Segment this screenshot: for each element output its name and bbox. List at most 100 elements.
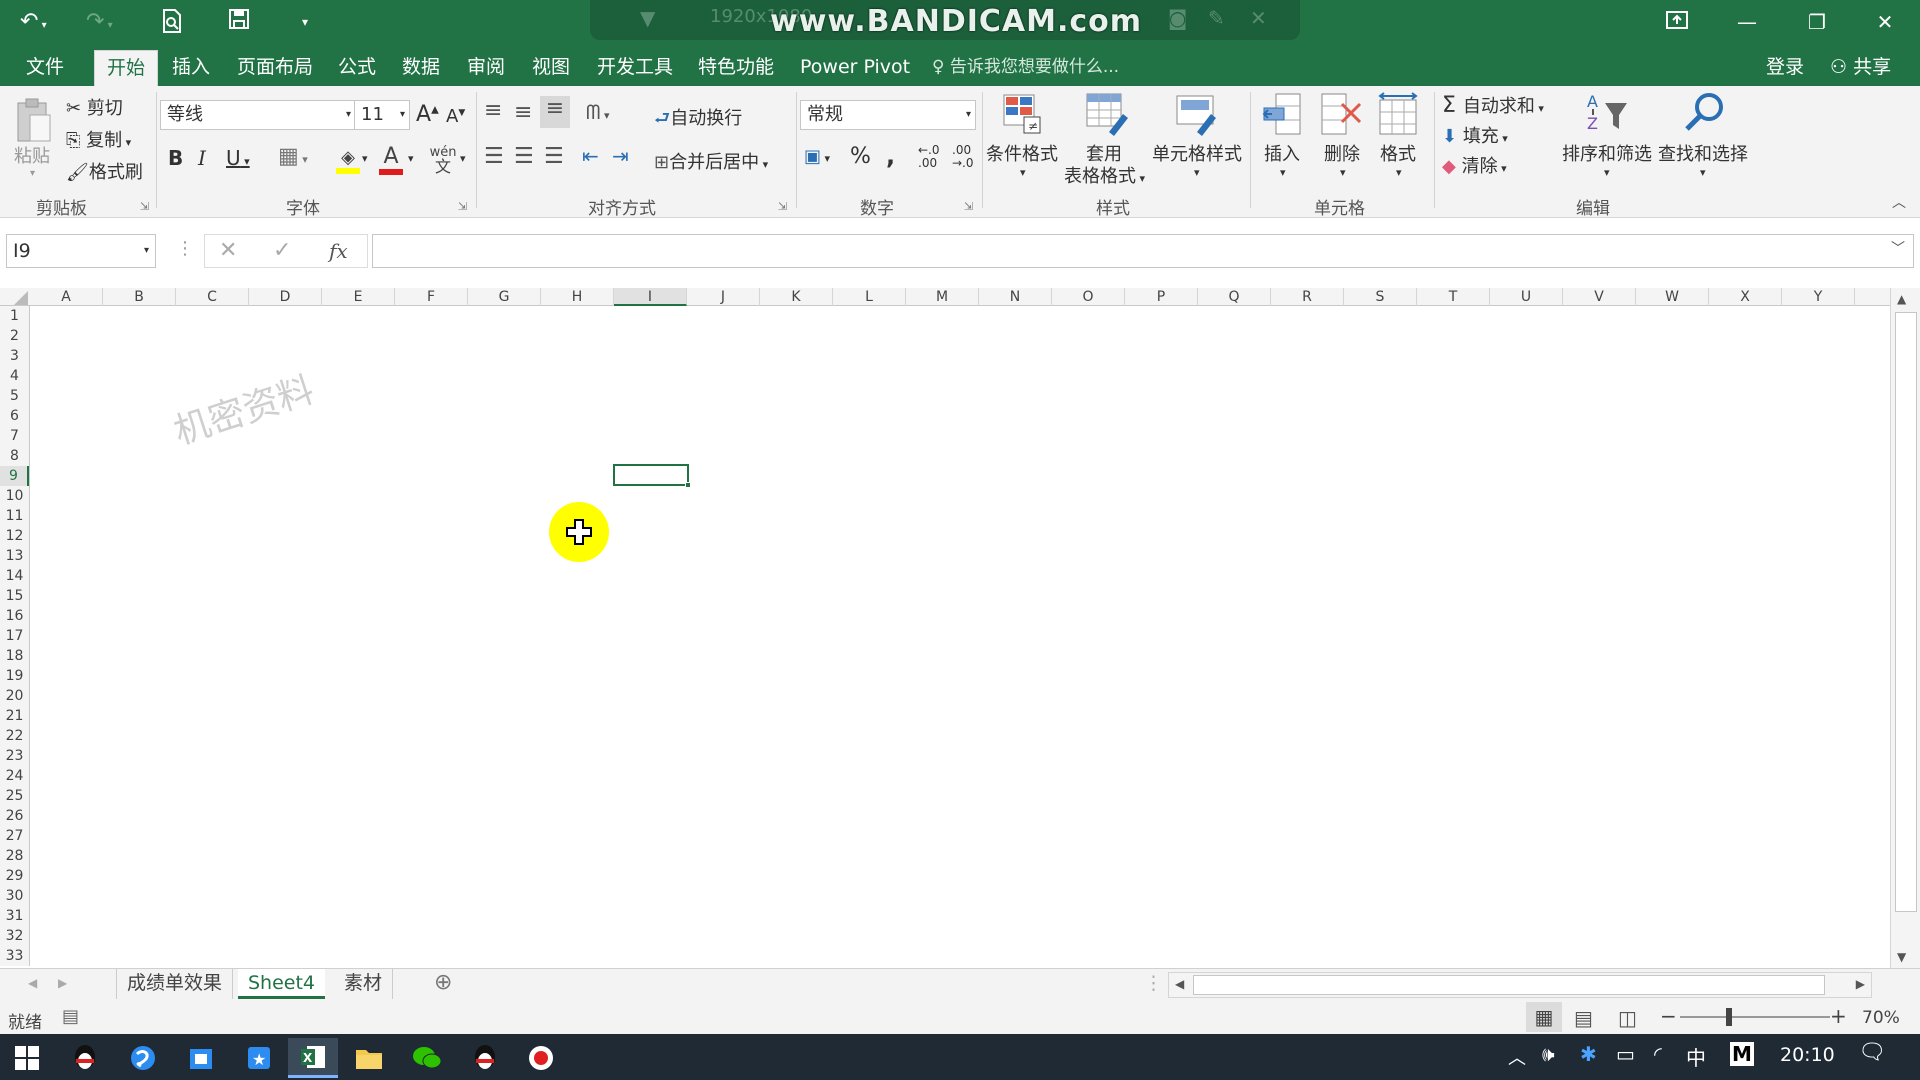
column-header-v[interactable]: V <box>1563 288 1636 306</box>
scroll-left-icon[interactable]: ◀ <box>1175 977 1184 991</box>
row-header-21[interactable]: 21 <box>0 706 29 726</box>
tab-formulas[interactable]: 公式 <box>326 50 388 86</box>
zoom-slider-thumb[interactable] <box>1726 1008 1732 1026</box>
formula-input[interactable]: ﹀ <box>372 234 1914 268</box>
cancel-formula-icon[interactable]: ✕ <box>219 237 237 265</box>
column-header-j[interactable]: J <box>687 288 760 306</box>
row-header-8[interactable]: 8 <box>0 446 29 466</box>
page-layout-view-icon[interactable]: ▤ <box>1574 1006 1593 1030</box>
qq-penguin-icon[interactable] <box>460 1038 510 1078</box>
format-cells-label[interactable]: 格式 <box>1380 140 1416 166</box>
column-header-h[interactable]: H <box>541 288 614 306</box>
row-header-31[interactable]: 31 <box>0 906 29 926</box>
delete-cells-icon[interactable] <box>1320 92 1364 136</box>
row-header-2[interactable]: 2 <box>0 326 29 346</box>
row-header-20[interactable]: 20 <box>0 686 29 706</box>
tab-file[interactable]: 文件 <box>14 50 76 86</box>
row-header-18[interactable]: 18 <box>0 646 29 666</box>
italic-button[interactable]: I <box>198 146 206 170</box>
minimize-icon[interactable]: — <box>1712 0 1782 44</box>
scroll-up-icon[interactable]: ▲ <box>1897 292 1906 306</box>
column-header-n[interactable]: N <box>979 288 1052 306</box>
conditional-format-dropdown-icon[interactable]: ▾ <box>1020 166 1026 179</box>
align-middle-icon[interactable]: ≡ <box>514 100 532 125</box>
insert-cells-label[interactable]: 插入 <box>1264 140 1300 166</box>
format-as-table-icon[interactable] <box>1084 92 1130 136</box>
delete-dropdown-icon[interactable]: ▾ <box>1340 166 1346 179</box>
store-icon[interactable] <box>176 1038 226 1078</box>
number-format-combo[interactable]: 常规 ▾ <box>800 100 976 130</box>
cell-styles-dropdown-icon[interactable]: ▾ <box>1194 166 1200 179</box>
column-header-a[interactable]: A <box>30 288 103 306</box>
tab-insert[interactable]: 插入 <box>160 50 222 86</box>
insert-dropdown-icon[interactable]: ▾ <box>1280 166 1286 179</box>
ribbon-display-icon[interactable] <box>1642 0 1712 44</box>
row-header-17[interactable]: 17 <box>0 626 29 646</box>
m-tray-icon[interactable]: M <box>1730 1042 1754 1066</box>
insert-cells-icon[interactable] <box>1260 92 1304 136</box>
cell-styles-icon[interactable] <box>1174 92 1220 136</box>
zoom-level[interactable]: 70% <box>1862 1008 1900 1028</box>
sheet-tab-sheet4[interactable]: Sheet4 <box>238 969 326 999</box>
paste-icon[interactable] <box>12 96 56 148</box>
sort-filter-label[interactable]: 排序和筛选 <box>1562 140 1652 166</box>
row-header-3[interactable]: 3 <box>0 346 29 366</box>
scroll-sheets-right-icon[interactable]: ▶ <box>48 969 77 999</box>
row-header-33[interactable]: 33 <box>0 946 29 966</box>
alignment-launcher-icon[interactable]: ⇲ <box>778 200 787 213</box>
row-header-10[interactable]: 10 <box>0 486 29 506</box>
restore-icon[interactable]: ❐ <box>1782 0 1852 44</box>
phonetic-dropdown-icon[interactable]: ▾ <box>460 152 466 165</box>
clipboard-launcher-icon[interactable]: ⇲ <box>140 200 149 213</box>
print-preview-icon[interactable] <box>160 8 184 36</box>
ime-indicator[interactable]: 中 <box>1686 1042 1706 1071</box>
find-select-label[interactable]: 查找和选择 <box>1658 140 1748 166</box>
paste-dropdown-icon[interactable]: ▾ <box>30 168 35 179</box>
column-header-o[interactable]: O <box>1052 288 1125 306</box>
increase-indent-icon[interactable]: ⇥ <box>612 144 629 168</box>
paste-label[interactable]: 粘贴 <box>14 142 50 168</box>
conditional-format-label[interactable]: 条件格式 <box>986 140 1058 166</box>
font-color-button[interactable]: A <box>376 142 406 178</box>
notification-icon[interactable]: 🗨 <box>1858 1040 1886 1065</box>
bandicam-record-icon[interactable] <box>516 1038 566 1078</box>
find-dropdown-icon[interactable]: ▾ <box>1700 166 1706 179</box>
horizontal-scroll-thumb[interactable] <box>1193 975 1825 995</box>
row-header-15[interactable]: 15 <box>0 586 29 606</box>
tray-expand-icon[interactable]: ︿ <box>1508 1044 1526 1070</box>
row-header-14[interactable]: 14 <box>0 566 29 586</box>
column-header-b[interactable]: B <box>103 288 176 306</box>
zoom-out-icon[interactable]: − <box>1660 1004 1677 1028</box>
row-header-29[interactable]: 29 <box>0 866 29 886</box>
copy-button[interactable]: ⎘ 复制 ▾ <box>66 126 131 152</box>
zoom-in-icon[interactable]: + <box>1830 1004 1847 1028</box>
decrease-indent-icon[interactable]: ⇤ <box>582 144 599 168</box>
tab-power-pivot[interactable]: Power Pivot <box>788 50 922 86</box>
row-header-11[interactable]: 11 <box>0 506 29 526</box>
column-header-k[interactable]: K <box>760 288 833 306</box>
column-header-u[interactable]: U <box>1490 288 1563 306</box>
increase-decimal-button[interactable]: ←.0.00 <box>918 144 940 170</box>
column-header-r[interactable]: R <box>1271 288 1344 306</box>
row-header-6[interactable]: 6 <box>0 406 29 426</box>
name-box[interactable]: I9 ▾ <box>6 234 156 268</box>
orientation-icon[interactable]: ᗰ ▾ <box>586 100 609 124</box>
page-break-view-icon[interactable]: ◫ <box>1618 1006 1637 1030</box>
number-launcher-icon[interactable]: ⇲ <box>964 200 973 213</box>
row-header-30[interactable]: 30 <box>0 886 29 906</box>
font-size-combo[interactable]: 11 ▾ <box>354 100 410 130</box>
row-header-24[interactable]: 24 <box>0 766 29 786</box>
sheet-tab-material[interactable]: 素材 <box>334 969 394 999</box>
vertical-scrollbar[interactable]: ▲ ▼ <box>1890 288 1920 968</box>
column-header-w[interactable]: W <box>1636 288 1709 306</box>
row-header-5[interactable]: 5 <box>0 386 29 406</box>
wifi-icon[interactable]: ◜ <box>1654 1042 1662 1066</box>
horizontal-scrollbar[interactable]: ◀ ▶ <box>1168 972 1872 998</box>
tab-data[interactable]: 数据 <box>390 50 452 86</box>
format-cells-icon[interactable] <box>1376 92 1420 136</box>
shrink-font-button[interactable]: A▼ <box>446 106 465 127</box>
align-center-icon[interactable]: ☰ <box>514 144 534 169</box>
row-header-25[interactable]: 25 <box>0 786 29 806</box>
column-header-g[interactable]: G <box>468 288 541 306</box>
align-top-icon[interactable]: ≡ <box>484 98 502 123</box>
